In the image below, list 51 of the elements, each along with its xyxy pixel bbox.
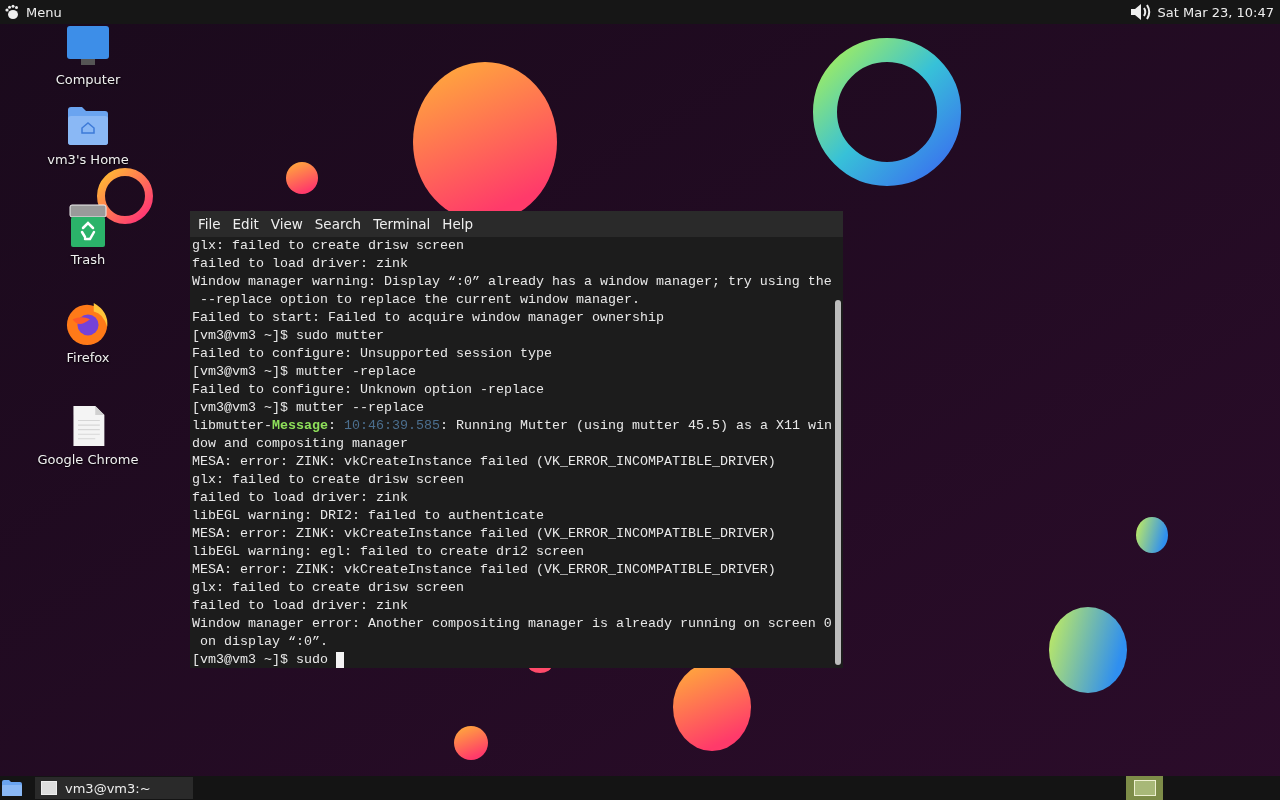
terminal-text: : [328,417,337,435]
desktop-icon-label[interactable]: Computer [55,72,121,87]
desktop-icon-label[interactable]: vm3's Home [47,152,129,167]
monitor-icon[interactable] [66,24,110,68]
terminal-text: 10:46:39.585 [344,417,440,435]
terminal-line: [vm3@vm3 ~]$ sudo [192,651,329,668]
taskbar-window-button[interactable]: vm3@vm3:~ [35,777,193,799]
terminal-line: MESA: error: ZINK: vkCreateInstance failed (VK_ERROR_INCOMPATIBLE_DRIVER) [192,453,776,471]
menu-item[interactable]: Help [436,216,480,232]
terminal-line: [vm3@vm3 ~]$ sudo mutter [192,327,384,345]
menu-item[interactable]: Terminal [367,216,437,232]
clock[interactable]: Sat Mar 23, 10:47 [1157,4,1274,20]
terminal-line: failed to load driver: zink [192,255,408,273]
terminal-line: libEGL warning: DRI2: failed to authenticate [192,507,544,525]
terminal-line: Window manager error: Another compositing manager is already running on screen 0 [192,615,832,633]
terminal-line: --replace option to replace the current window manager. [199,291,640,309]
terminal-line: on display “:0”. [199,633,328,651]
desktop-icon-label[interactable]: Trash [70,252,106,267]
menu-item[interactable]: Search [308,216,368,232]
terminal-line: glx: failed to create drisw screen [192,237,464,255]
terminal-line: dow and compositing manager [192,435,408,453]
terminal-text: libmutter- [192,417,272,435]
scrollbar-thumb[interactable] [835,300,841,665]
home-folder-icon[interactable] [66,104,110,148]
terminal-line: libEGL warning: egl: failed to create dri2 screen [192,543,584,561]
folder-icon[interactable] [1,778,23,798]
menu-item[interactable]: Edit [226,216,265,232]
speaker-icon[interactable] [1129,2,1152,22]
workspace-switcher[interactable] [1126,776,1163,800]
terminal-line: failed to load driver: zink [192,489,408,507]
desktop-icon-label[interactable]: Google Chrome [37,452,139,467]
menu-item[interactable]: View [264,216,309,232]
menu-item[interactable]: File [192,216,227,232]
menu-button[interactable]: Menu [0,0,68,24]
foot-icon [4,4,20,20]
desktop-icon-label[interactable]: Firefox [66,350,110,365]
terminal-line: MESA: error: ZINK: vkCreateInstance failed (VK_ERROR_INCOMPATIBLE_DRIVER) [192,525,776,543]
terminal-text: : Running Mutter (using mutter 45.5) as a X11 win [439,417,832,435]
terminal-line: failed to load driver: zink [192,597,408,615]
terminal-line: [vm3@vm3 ~]$ mutter --replace [192,399,424,417]
terminal-line: Failed to configure: Unknown option -replace [192,381,544,399]
terminal-line: Failed to start: Failed to acquire window manager ownership [192,309,664,327]
terminal-line: MESA: error: ZINK: vkCreateInstance failed (VK_ERROR_INCOMPATIBLE_DRIVER) [192,561,776,579]
terminal-line: Failed to configure: Unsupported session type [192,345,552,363]
terminal-text: Message [272,417,328,435]
terminal-line: Window manager warning: Display “:0” already has a window manager; try using the [192,273,832,291]
window-icon [41,781,57,795]
trash-icon[interactable] [66,204,110,248]
terminal-line: [vm3@vm3 ~]$ mutter -replace [192,363,416,381]
terminal-line: glx: failed to create drisw screen [192,579,464,597]
terminal-line: glx: failed to create drisw screen [192,471,464,489]
